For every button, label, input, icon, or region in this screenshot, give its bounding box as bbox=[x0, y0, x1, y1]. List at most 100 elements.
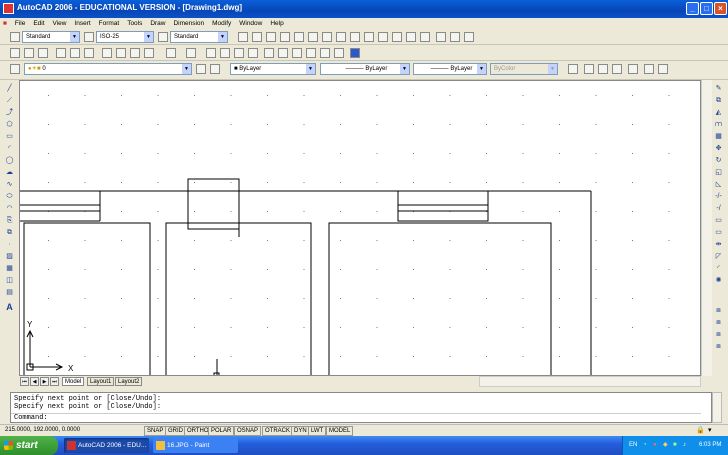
calculator-icon[interactable] bbox=[334, 48, 344, 58]
ellipse-icon[interactable]: ⬭ bbox=[4, 192, 15, 202]
zoom-previous-icon[interactable] bbox=[248, 48, 258, 58]
paste-icon[interactable] bbox=[130, 48, 140, 58]
save-icon[interactable] bbox=[38, 48, 48, 58]
explode-icon[interactable]: ✺ bbox=[713, 276, 724, 286]
ws-icon-3[interactable] bbox=[598, 64, 608, 74]
ws-icon-2[interactable] bbox=[584, 64, 594, 74]
scale-icon[interactable]: ◱ bbox=[713, 168, 724, 178]
lwt-toggle[interactable]: LWT bbox=[308, 426, 327, 436]
arc-icon[interactable]: ◜ bbox=[4, 144, 15, 154]
zoom-window-icon[interactable] bbox=[234, 48, 244, 58]
zoom-realtime-icon[interactable] bbox=[220, 48, 230, 58]
ws-icon-5[interactable] bbox=[628, 64, 638, 74]
lock-icon[interactable]: 🔒 bbox=[696, 426, 705, 434]
line-icon[interactable]: ╱ bbox=[4, 84, 15, 94]
horizontal-scrollbar[interactable] bbox=[479, 376, 701, 387]
layer-select[interactable]: ●☀■ 0 ▼ bbox=[24, 63, 192, 75]
construction-line-icon[interactable]: ⟋ bbox=[4, 96, 15, 106]
quick-leader-icon[interactable] bbox=[392, 32, 402, 42]
command-window[interactable]: Specify next point or [Close/Undo]: Spec… bbox=[10, 392, 712, 423]
dim-update-icon[interactable] bbox=[464, 32, 474, 42]
rectangle-icon[interactable]: ▭ bbox=[4, 132, 15, 142]
point-icon[interactable]: · bbox=[4, 240, 15, 250]
help-icon[interactable] bbox=[350, 48, 360, 58]
dyn-toggle[interactable]: DYN bbox=[291, 426, 310, 436]
vertical-scrollbar[interactable] bbox=[701, 80, 712, 376]
dim-diameter-icon[interactable] bbox=[322, 32, 332, 42]
region-icon[interactable]: ◫ bbox=[4, 276, 15, 286]
tool-palettes-icon[interactable] bbox=[292, 48, 302, 58]
circle-icon[interactable]: ◯ bbox=[4, 156, 15, 166]
grid-toggle[interactable]: GRID bbox=[165, 426, 186, 436]
layer-previous-icon[interactable] bbox=[210, 64, 220, 74]
cut-icon[interactable] bbox=[102, 48, 112, 58]
fillet-icon[interactable]: ◜ bbox=[713, 264, 724, 274]
properties-icon[interactable] bbox=[264, 48, 274, 58]
plot-preview-icon[interactable] bbox=[70, 48, 80, 58]
osnap-toggle[interactable]: OSNAP bbox=[234, 426, 262, 436]
plot-icon[interactable] bbox=[56, 48, 66, 58]
draw-order-icon-3[interactable]: ⧈ bbox=[713, 330, 724, 340]
dim-style-icon[interactable] bbox=[84, 32, 94, 42]
dim-quick-icon[interactable] bbox=[350, 32, 360, 42]
dim-edit-icon[interactable] bbox=[436, 32, 446, 42]
offset-icon[interactable]: ⩋ bbox=[713, 120, 724, 130]
dim-jogged-icon[interactable] bbox=[308, 32, 318, 42]
linetype-select[interactable]: ——— ByLayer ▼ bbox=[320, 63, 410, 75]
command-prompt[interactable]: Command: bbox=[11, 413, 701, 422]
ws-icon-4[interactable] bbox=[612, 64, 622, 74]
copy-icon[interactable] bbox=[116, 48, 126, 58]
undo-icon[interactable] bbox=[166, 48, 176, 58]
draw-order-icon-4[interactable]: ⧈ bbox=[713, 342, 724, 352]
otrack-toggle[interactable]: OTRACK bbox=[262, 426, 294, 436]
dim-aligned-icon[interactable] bbox=[252, 32, 262, 42]
dim-text-edit-icon[interactable] bbox=[450, 32, 460, 42]
menu-modify[interactable]: Modify bbox=[209, 18, 234, 29]
rotate-icon[interactable]: ↻ bbox=[713, 156, 724, 166]
menu-format[interactable]: Format bbox=[96, 18, 123, 29]
drawing-doc-icon[interactable]: ■ bbox=[0, 18, 10, 29]
task-paint[interactable]: 16.JPG - Paint bbox=[153, 438, 238, 453]
draw-order-icon-1[interactable]: ⧈ bbox=[713, 306, 724, 316]
drawing-canvas[interactable]: Y X bbox=[19, 80, 701, 376]
menu-window[interactable]: Window bbox=[236, 18, 265, 29]
break-icon[interactable]: ▭ bbox=[713, 228, 724, 238]
ellipse-arc-icon[interactable]: ◠ bbox=[4, 204, 15, 214]
break-at-point-icon[interactable]: ▭ bbox=[713, 216, 724, 226]
snap-toggle[interactable]: SNAP bbox=[144, 426, 167, 436]
array-icon[interactable]: ▦ bbox=[713, 132, 724, 142]
task-autocad[interactable]: AutoCAD 2006 - EDU... bbox=[64, 438, 149, 453]
ws-icon-1[interactable] bbox=[568, 64, 578, 74]
insert-block-icon[interactable]: ⎘ bbox=[4, 216, 15, 226]
erase-icon[interactable]: ✎ bbox=[713, 84, 724, 94]
ws-icon-6[interactable] bbox=[644, 64, 654, 74]
dim-radius-icon[interactable] bbox=[294, 32, 304, 42]
first-tab-button[interactable]: ⏮ bbox=[20, 377, 29, 386]
pan-icon[interactable] bbox=[206, 48, 216, 58]
menu-edit[interactable]: Edit bbox=[30, 18, 47, 29]
menu-draw[interactable]: Draw bbox=[147, 18, 168, 29]
model-toggle[interactable]: MODEL bbox=[326, 426, 354, 436]
tab-model[interactable]: Model bbox=[62, 377, 85, 386]
language-indicator[interactable]: EN bbox=[629, 436, 637, 455]
spline-icon[interactable]: ∿ bbox=[4, 180, 15, 190]
trim-icon[interactable]: -/- bbox=[713, 192, 724, 202]
design-center-icon[interactable] bbox=[278, 48, 288, 58]
dim-continue-icon[interactable] bbox=[378, 32, 388, 42]
copy-object-icon[interactable]: ⧉ bbox=[713, 96, 724, 106]
layer-manager-icon[interactable] bbox=[10, 64, 20, 74]
open-icon[interactable] bbox=[24, 48, 34, 58]
dim-ordinate-icon[interactable] bbox=[280, 32, 290, 42]
draw-order-icon-2[interactable]: ⧈ bbox=[713, 318, 724, 328]
mirror-icon[interactable]: ◭ bbox=[713, 108, 724, 118]
menu-view[interactable]: View bbox=[49, 18, 69, 29]
dim-linear-icon[interactable] bbox=[238, 32, 248, 42]
menu-help[interactable]: Help bbox=[267, 18, 286, 29]
revision-cloud-icon[interactable]: ☁ bbox=[4, 168, 15, 178]
next-tab-button[interactable]: ▶ bbox=[40, 377, 49, 386]
last-tab-button[interactable]: ⏭ bbox=[50, 377, 59, 386]
autocad-app-icon[interactable] bbox=[3, 3, 14, 14]
menu-tools[interactable]: Tools bbox=[124, 18, 145, 29]
tab-layout2[interactable]: Layout2 bbox=[115, 377, 143, 386]
color-select[interactable]: ■ ByLayer ▼ bbox=[230, 63, 316, 75]
